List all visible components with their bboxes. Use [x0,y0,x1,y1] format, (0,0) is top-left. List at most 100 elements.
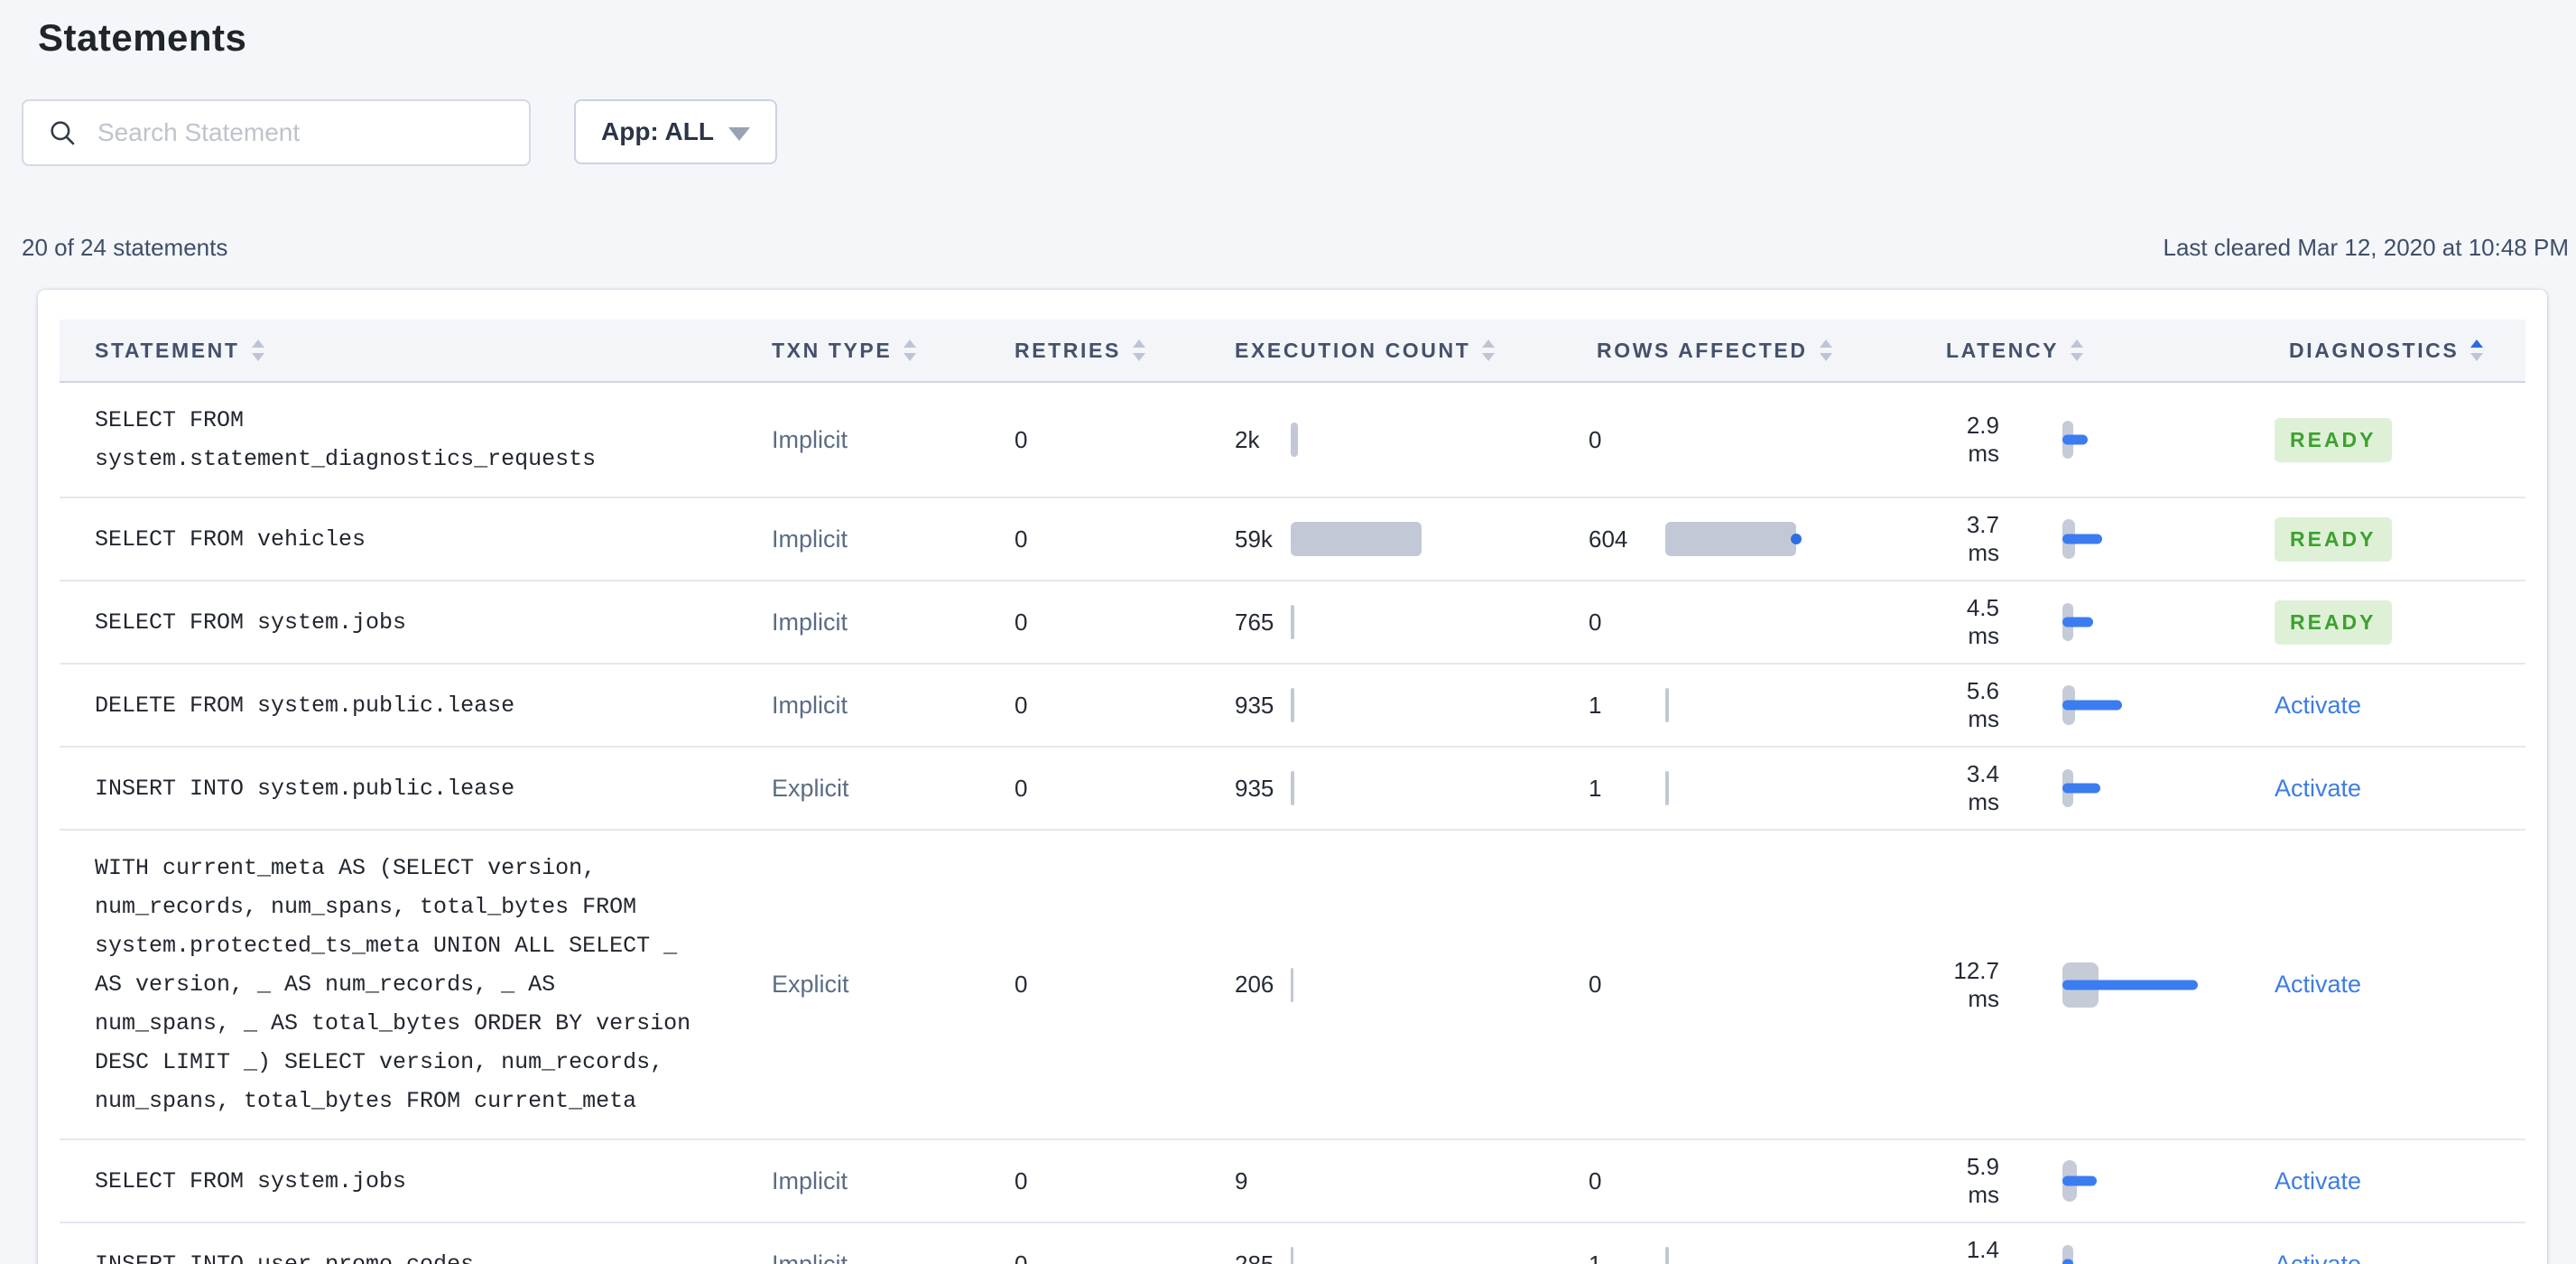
rows-affected-bar [1665,962,1932,1008]
execution-count-cell: 206 [1235,962,1589,1008]
latency-value: 4.5 ms [1966,594,1999,649]
rows-affected-value: 0 [1589,608,1602,636]
latency-value: 5.6 ms [1966,677,1999,732]
column-header-retries[interactable]: RETRIES [1015,339,1235,363]
latency-value: 2.9 ms [1966,412,1999,467]
rows-affected-bar [1665,765,1932,812]
rows-affected-cell: 0 [1589,599,1932,646]
retries-value: 0 [1015,608,1028,636]
activate-diagnostics-link[interactable]: Activate [2275,971,2361,999]
execution-count-bar [1291,765,1589,812]
rows-affected-value: 1 [1589,1250,1602,1264]
statement-link[interactable]: INSERT INTO user_promo_codes [60,1227,772,1264]
statement-link[interactable]: SELECT FROM system.statement_diagnostics… [60,383,772,497]
rows-affected-value: 0 [1589,1166,1602,1194]
toolbar: App: ALL [22,99,2576,166]
column-header-statement[interactable]: STATEMENT [60,339,772,363]
latency-bar [2062,597,2220,647]
statement-link[interactable]: INSERT INTO system.public.lease [60,751,772,826]
txn-type-value: Implicit [772,525,848,553]
execution-count-value: 2k [1235,425,1260,453]
latency-cell: 12.7 ms [1932,957,2275,1013]
statements-table-card: STATEMENT TXN TYPE RETRIES EXECUTION COU… [38,290,2547,1264]
diagnostics-cell: Activate [2275,971,2525,999]
sort-icon [903,339,917,361]
app-filter-dropdown[interactable]: App: ALL [574,99,777,164]
diagnostics-cell: Activate [2275,775,2525,803]
column-header-latency[interactable]: LATENCY [1932,339,2275,363]
table-row: SELECT FROM vehicles Implicit 0 59k 604 … [60,498,2525,581]
sort-icon [1132,339,1145,361]
diagnostics-ready-badge[interactable]: READY [2275,417,2392,462]
diagnostics-cell: READY [2275,599,2525,645]
latency-cell: 1.4 ms [1932,1236,2275,1264]
statement-link[interactable]: SELECT FROM system.jobs [60,585,772,660]
execution-count-cell: 9 [1235,1157,1589,1204]
activate-diagnostics-link[interactable]: Activate [2275,1167,2361,1195]
execution-count-cell: 765 [1235,599,1589,646]
latency-mean-bar [2062,1259,2073,1264]
latency-mean-bar [2062,434,2088,445]
table-row: WITH current_meta AS (SELECT version, nu… [60,831,2525,1140]
retries-value: 0 [1015,525,1028,553]
rows-affected-bar [1665,599,1932,646]
rows-affected-cell: 0 [1589,416,1932,463]
execution-count-value: 9 [1235,1166,1248,1194]
diagnostics-cell: Activate [2275,692,2525,720]
column-header-execution-count[interactable]: EXECUTION COUNT [1235,339,1589,363]
latency-bar [2062,960,2220,1010]
latency-bar [2062,763,2220,813]
latency-cell: 5.6 ms [1932,677,2275,733]
activate-diagnostics-link[interactable]: Activate [2275,692,2361,720]
search-input[interactable] [97,118,511,147]
search-box[interactable] [22,99,531,166]
latency-cell: 5.9 ms [1932,1153,2275,1209]
table-row: INSERT INTO system.public.lease Explicit… [60,748,2525,831]
execution-count-cell: 285 [1235,1241,1589,1264]
rows-affected-cell: 1 [1589,682,1932,729]
rows-affected-value: 1 [1589,774,1602,802]
table-row: SELECT FROM system.jobs Implicit 0 9 0 5… [60,1140,2525,1223]
activate-diagnostics-link[interactable]: Activate [2275,775,2361,803]
column-header-rows-affected[interactable]: ROWS AFFECTED [1589,339,1932,363]
latency-value: 3.4 ms [1966,760,1999,815]
diagnostics-ready-badge[interactable]: READY [2275,516,2392,562]
rows-affected-cell: 1 [1589,1241,1932,1264]
execution-count-cell: 935 [1235,765,1589,812]
diagnostics-ready-badge[interactable]: READY [2275,599,2392,645]
statement-link[interactable]: DELETE FROM system.public.lease [60,668,772,743]
table-row: SELECT FROM system.statement_diagnostics… [60,383,2525,498]
column-header-diagnostics[interactable]: DIAGNOSTICS [2275,339,2525,363]
rows-affected-bar [1665,682,1932,729]
latency-value: 12.7 ms [1953,956,1999,1012]
rows-affected-value: 604 [1589,525,1628,553]
txn-type-value: Implicit [772,691,848,719]
latency-mean-bar [2062,534,2102,544]
execution-count-value: 935 [1235,774,1274,802]
statement-link[interactable]: SELECT FROM vehicles [60,502,772,577]
execution-count-value: 935 [1235,691,1274,719]
rows-affected-bar [1665,416,1932,463]
column-header-txn-type[interactable]: TXN TYPE [772,339,1015,363]
rows-affected-value: 0 [1589,425,1602,453]
activate-diagnostics-link[interactable]: Activate [2275,1250,2361,1264]
table-row: SELECT FROM system.jobs Implicit 0 765 0… [60,581,2525,665]
execution-count-cell: 59k [1235,516,1589,562]
latency-bar [2062,414,2220,465]
page-title: Statements [38,16,247,59]
retries-value: 0 [1015,691,1028,719]
rows-affected-cell: 0 [1589,1157,1932,1204]
sort-icon [251,339,264,361]
execution-count-value: 206 [1235,971,1274,998]
sort-icon [2071,339,2084,361]
latency-mean-bar [2062,783,2100,794]
app-filter-label: App: ALL [601,117,714,145]
latency-mean-bar [2062,1176,2097,1186]
latency-cell: 3.7 ms [1932,511,2275,567]
retries-value: 0 [1015,1250,1028,1264]
rows-affected-cell: 1 [1589,765,1932,812]
statement-link[interactable]: SELECT FROM system.jobs [60,1144,772,1219]
statement-link[interactable]: WITH current_meta AS (SELECT version, nu… [60,831,772,1139]
sort-icon [1819,339,1832,361]
retries-value: 0 [1015,971,1028,998]
